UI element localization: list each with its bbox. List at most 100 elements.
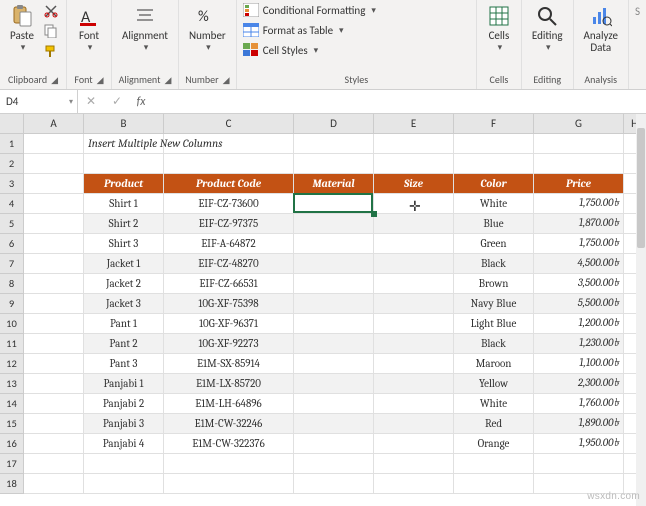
cell[interactable] bbox=[84, 454, 164, 474]
cell[interactable] bbox=[164, 454, 294, 474]
cell[interactable] bbox=[374, 134, 454, 154]
analyze-data-button[interactable]: Analyze Data bbox=[580, 2, 622, 56]
editing-button[interactable]: Editing ▾ bbox=[528, 2, 567, 55]
cell[interactable] bbox=[534, 454, 624, 474]
row-header-7[interactable]: 7 bbox=[0, 254, 24, 274]
cell[interactable] bbox=[294, 254, 374, 274]
cell[interactable] bbox=[294, 214, 374, 234]
alignment-button[interactable]: Alignment ▾ bbox=[118, 2, 172, 55]
cell[interactable]: Orange bbox=[454, 434, 534, 454]
row-header-5[interactable]: 5 bbox=[0, 214, 24, 234]
column-header-G[interactable]: G bbox=[534, 114, 624, 134]
cell[interactable]: 4,500.00৳ bbox=[534, 254, 624, 274]
row-header-16[interactable]: 16 bbox=[0, 434, 24, 454]
formula-input[interactable] bbox=[152, 90, 646, 113]
row-header-15[interactable]: 15 bbox=[0, 414, 24, 434]
paste-button[interactable]: Paste ▾ bbox=[6, 2, 38, 55]
cell[interactable] bbox=[24, 394, 84, 414]
cell[interactable]: Yellow bbox=[454, 374, 534, 394]
cell[interactable] bbox=[374, 434, 454, 454]
cell[interactable]: Red bbox=[454, 414, 534, 434]
cells-button[interactable]: Cells ▾ bbox=[483, 2, 515, 55]
cell[interactable]: Insert Multiple New Columns bbox=[84, 134, 164, 154]
cell[interactable] bbox=[454, 134, 534, 154]
cell[interactable] bbox=[374, 354, 454, 374]
cell-styles-button[interactable]: Cell Styles▾ bbox=[243, 42, 318, 58]
select-all-corner[interactable] bbox=[0, 114, 24, 134]
cell[interactable]: Pant 3 bbox=[84, 354, 164, 374]
row-header-12[interactable]: 12 bbox=[0, 354, 24, 374]
row-header-2[interactable]: 2 bbox=[0, 154, 24, 174]
cell[interactable]: Navy Blue bbox=[454, 294, 534, 314]
cell[interactable] bbox=[374, 474, 454, 494]
cell[interactable] bbox=[454, 474, 534, 494]
cell[interactable]: Material bbox=[294, 174, 374, 194]
cell[interactable]: Price bbox=[534, 174, 624, 194]
cell[interactable]: E1M-SX-85914 bbox=[164, 354, 294, 374]
column-header-C[interactable]: C bbox=[164, 114, 294, 134]
cell[interactable] bbox=[454, 154, 534, 174]
overflow-button[interactable]: S bbox=[631, 2, 644, 20]
cell[interactable] bbox=[374, 254, 454, 274]
cell[interactable] bbox=[374, 414, 454, 434]
cell[interactable]: 3,500.00৳ bbox=[534, 274, 624, 294]
cell[interactable]: EIF-CZ-97375 bbox=[164, 214, 294, 234]
cell[interactable] bbox=[374, 394, 454, 414]
cell[interactable]: 1,230.00৳ bbox=[534, 334, 624, 354]
cell[interactable]: 1,750.00৳ bbox=[534, 234, 624, 254]
cell[interactable] bbox=[294, 314, 374, 334]
cell[interactable] bbox=[374, 454, 454, 474]
cell[interactable]: EIF-CZ-48270 bbox=[164, 254, 294, 274]
cell[interactable]: 1,100.00৳ bbox=[534, 354, 624, 374]
cell[interactable]: E1M-CW-32246 bbox=[164, 414, 294, 434]
row-header-13[interactable]: 13 bbox=[0, 374, 24, 394]
cell[interactable] bbox=[294, 394, 374, 414]
fill-handle[interactable] bbox=[371, 211, 377, 217]
row-header-10[interactable]: 10 bbox=[0, 314, 24, 334]
cancel-formula-button[interactable]: ✕ bbox=[78, 94, 104, 109]
cell[interactable]: 1,750.00৳ bbox=[534, 194, 624, 214]
cell[interactable] bbox=[24, 274, 84, 294]
cell[interactable]: Jacket 3 bbox=[84, 294, 164, 314]
cell[interactable] bbox=[24, 214, 84, 234]
cell[interactable] bbox=[24, 374, 84, 394]
format-painter-button[interactable] bbox=[42, 42, 60, 60]
column-header-B[interactable]: B bbox=[84, 114, 164, 134]
cell[interactable]: EIF-CZ-66531 bbox=[164, 274, 294, 294]
copy-button[interactable] bbox=[42, 22, 60, 40]
cell[interactable]: Brown bbox=[454, 274, 534, 294]
cell[interactable] bbox=[24, 294, 84, 314]
cell[interactable]: 10G-XF-96371 bbox=[164, 314, 294, 334]
column-header-E[interactable]: E bbox=[374, 114, 454, 134]
cell[interactable]: 1,890.00৳ bbox=[534, 414, 624, 434]
cell[interactable] bbox=[294, 134, 374, 154]
dialog-launcher-icon[interactable]: ◢ bbox=[164, 75, 171, 86]
cell[interactable] bbox=[24, 414, 84, 434]
cell[interactable]: Shirt 2 bbox=[84, 214, 164, 234]
cell[interactable] bbox=[294, 454, 374, 474]
row-header-4[interactable]: 4 bbox=[0, 194, 24, 214]
row-header-6[interactable]: 6 bbox=[0, 234, 24, 254]
column-header-F[interactable]: F bbox=[454, 114, 534, 134]
cell[interactable] bbox=[374, 234, 454, 254]
cell[interactable]: Maroon bbox=[454, 354, 534, 374]
number-button[interactable]: % Number ▾ bbox=[185, 2, 230, 55]
row-header-8[interactable]: 8 bbox=[0, 274, 24, 294]
cell[interactable]: 1,870.00৳ bbox=[534, 214, 624, 234]
cell[interactable]: Black bbox=[454, 254, 534, 274]
row-header-11[interactable]: 11 bbox=[0, 334, 24, 354]
cell[interactable] bbox=[374, 374, 454, 394]
cell[interactable]: 2,300.00৳ bbox=[534, 374, 624, 394]
cell[interactable] bbox=[294, 434, 374, 454]
cell[interactable] bbox=[374, 294, 454, 314]
dialog-launcher-icon[interactable]: ◢ bbox=[97, 75, 104, 86]
cell[interactable]: E1M-LH-64896 bbox=[164, 394, 294, 414]
cell[interactable] bbox=[374, 334, 454, 354]
cell[interactable] bbox=[294, 414, 374, 434]
enter-formula-button[interactable]: ✓ bbox=[104, 94, 130, 109]
cell[interactable]: Jacket 2 bbox=[84, 274, 164, 294]
cell[interactable] bbox=[454, 454, 534, 474]
cell[interactable] bbox=[24, 474, 84, 494]
cell[interactable]: Product Code bbox=[164, 174, 294, 194]
column-header-D[interactable]: D bbox=[294, 114, 374, 134]
